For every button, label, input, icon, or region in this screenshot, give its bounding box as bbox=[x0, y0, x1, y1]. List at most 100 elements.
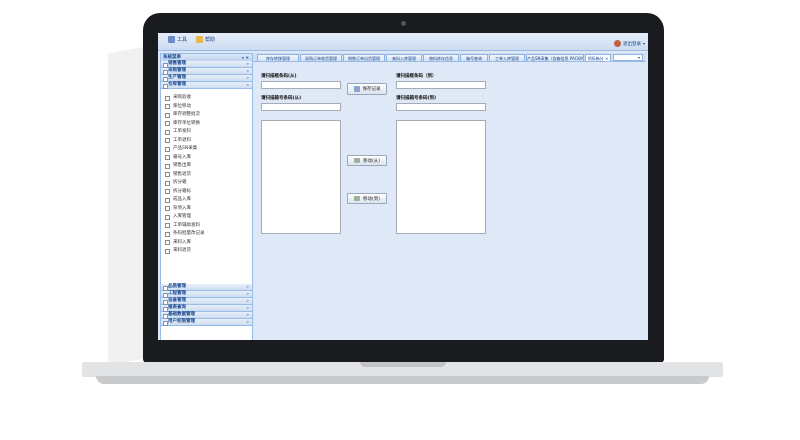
sidebar-group-engineering[interactable]: 工程管理 » bbox=[161, 291, 252, 298]
collapse-icon[interactable]: « × bbox=[242, 54, 249, 61]
user-icon bbox=[613, 40, 621, 47]
sidebar-item[interactable]: 工单退料 bbox=[165, 137, 191, 144]
sidebar-group-quality[interactable]: 品质管理 » bbox=[161, 284, 252, 291]
sidebar-group-warehouse[interactable]: 仓库管理 « bbox=[161, 82, 252, 89]
tab-scroller[interactable]: ▾ bbox=[613, 54, 643, 61]
sidebar-group-reports[interactable]: 报表查询 » bbox=[161, 305, 252, 312]
group-label: 仓库管理 bbox=[168, 82, 186, 87]
tools-icon bbox=[168, 36, 175, 43]
sidebar-group-production[interactable]: 生产管理 » bbox=[161, 75, 252, 82]
sidebar-group-sales[interactable]: 销售管理 » bbox=[161, 61, 252, 68]
chevron-down-icon: ▾ bbox=[637, 55, 640, 60]
sidebar-item[interactable]: 采购验收 bbox=[165, 94, 191, 101]
item-label: 库存单位转换 bbox=[173, 120, 200, 126]
sidebar-item[interactable]: 销售退货 bbox=[165, 171, 191, 178]
sidebar-group-purchase[interactable]: 采购管理 » bbox=[161, 68, 252, 75]
from-barcode-input[interactable] bbox=[261, 103, 341, 111]
page-icon bbox=[165, 172, 170, 177]
sidebar-item[interactable]: 库存调整批次 bbox=[165, 111, 200, 118]
page-icon bbox=[165, 163, 170, 169]
folder-icon bbox=[163, 62, 168, 68]
tab[interactable]: 采购订单收货管理 bbox=[300, 54, 342, 61]
sidebar-group-basedata[interactable]: 基础数据管理 » bbox=[161, 312, 252, 319]
item-label: 拆分箱 bbox=[173, 180, 187, 185]
sidebar-item[interactable]: 来料入库 bbox=[165, 239, 191, 246]
sidebar-item[interactable]: 工单辅助发料 bbox=[165, 222, 200, 229]
tab-active[interactable]: 领拆箱分 × bbox=[585, 54, 611, 61]
sidebar-item[interactable]: 产品SN采集 bbox=[165, 145, 197, 152]
to-box-input[interactable] bbox=[396, 81, 486, 89]
to-list[interactable] bbox=[396, 120, 486, 234]
page-icon bbox=[165, 180, 170, 186]
chevron-icon: « bbox=[246, 82, 249, 87]
tab[interactable]: 物料库存信息 bbox=[423, 54, 459, 61]
item-label: 来料退货 bbox=[173, 248, 191, 253]
group-label: 采购管理 bbox=[168, 68, 186, 73]
page-icon bbox=[165, 95, 170, 101]
move-icon bbox=[353, 158, 360, 163]
move-to-button[interactable]: 移动(到) bbox=[347, 193, 387, 204]
page-icon bbox=[165, 155, 170, 160]
sidebar-group-permissions[interactable]: 用户权限管理 » bbox=[161, 319, 252, 326]
sidebar-item[interactable]: 杂项入库 bbox=[165, 205, 191, 212]
chevron-icon: » bbox=[246, 319, 249, 324]
page-icon bbox=[165, 121, 170, 126]
move-from-button[interactable]: 移动(从) bbox=[347, 155, 387, 166]
group-label: 用户权限管理 bbox=[168, 319, 195, 324]
sidebar-item[interactable]: 库位移动 bbox=[165, 103, 191, 110]
page-icon bbox=[165, 248, 170, 254]
page-icon bbox=[165, 214, 170, 220]
tools-button[interactable]: 工具 bbox=[168, 36, 187, 43]
chevron-icon: » bbox=[246, 312, 249, 317]
folder-icon bbox=[163, 320, 168, 326]
sidebar-title: 系统菜单 « × bbox=[161, 54, 252, 61]
item-label: 杂项入库 bbox=[173, 205, 191, 211]
page-icon bbox=[165, 197, 170, 203]
folder-icon bbox=[163, 313, 168, 319]
sidebar-item[interactable]: 来料退货 bbox=[165, 247, 191, 254]
item-label: 工单辅助发料 bbox=[173, 222, 200, 228]
item-label: 销售退货 bbox=[173, 171, 191, 177]
group-label: 设备管理 bbox=[168, 298, 186, 303]
close-icon[interactable]: × bbox=[605, 56, 608, 61]
move-icon bbox=[353, 196, 360, 201]
group-label: 基础数据管理 bbox=[168, 312, 195, 317]
chevron-icon: » bbox=[246, 68, 249, 73]
logout-button[interactable]: 退出登录 ▾ bbox=[613, 40, 645, 47]
item-label: 箱号入库 bbox=[173, 154, 191, 160]
from-box-input[interactable] bbox=[261, 81, 341, 89]
sidebar-item[interactable]: 工单发料 bbox=[165, 128, 191, 135]
sidebar-item[interactable]: 箱号入库 bbox=[165, 154, 191, 161]
help-icon bbox=[196, 36, 203, 43]
tab[interactable]: 工单入库管理 bbox=[489, 54, 525, 61]
help-button[interactable]: 帮助 bbox=[196, 36, 215, 43]
sidebar-item[interactable]: 成品入库 bbox=[165, 196, 191, 203]
from-list[interactable] bbox=[261, 120, 341, 234]
item-label: 条码批量改记录 bbox=[173, 231, 205, 236]
to-barcode-input[interactable] bbox=[396, 103, 486, 111]
chevron-icon: » bbox=[246, 75, 249, 80]
laptop-shadow bbox=[108, 46, 144, 366]
sidebar-group-equipment[interactable]: 设备管理 » bbox=[161, 298, 252, 305]
sidebar-item[interactable]: 入库管理 bbox=[165, 213, 191, 220]
help-label: 帮助 bbox=[205, 37, 216, 43]
page-icon bbox=[165, 231, 170, 237]
webcam bbox=[401, 21, 406, 26]
group-label: 报表查询 bbox=[168, 305, 186, 310]
page-icon bbox=[165, 223, 170, 228]
tab[interactable]: 产品SN采集（含箱信息 PACKING） bbox=[526, 54, 584, 61]
tab[interactable]: 来料入库管理 bbox=[386, 54, 422, 61]
sidebar-item[interactable]: 库存单位转换 bbox=[165, 120, 200, 127]
sidebar-item[interactable]: 条码批量改记录 bbox=[165, 230, 205, 237]
folder-icon bbox=[163, 292, 168, 298]
sidebar-item[interactable]: 拆分箱 bbox=[165, 179, 187, 186]
sidebar-item[interactable]: 销售出库 bbox=[165, 162, 191, 169]
folder-icon bbox=[163, 69, 168, 75]
tools-label: 工具 bbox=[177, 37, 188, 43]
tab[interactable]: 箱号查询 bbox=[460, 54, 488, 61]
tab[interactable]: 库存转移管理 bbox=[257, 54, 299, 61]
save-button[interactable]: 保存记录 bbox=[347, 83, 387, 95]
tab[interactable]: 销售订单出货管理 bbox=[343, 54, 385, 61]
sidebar-item[interactable]: 拆分箱标 bbox=[165, 188, 191, 195]
item-label: 工单发料 bbox=[173, 129, 191, 134]
